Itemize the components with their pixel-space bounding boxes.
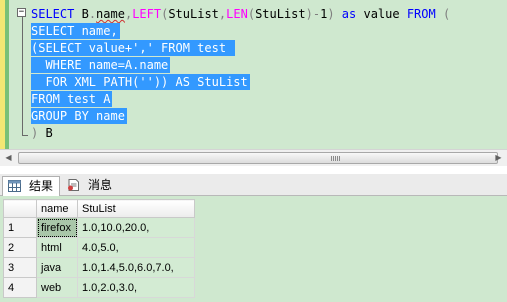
- row-number[interactable]: 2: [3, 237, 37, 258]
- code-line-3[interactable]: (SELECT value+',' FROM test: [31, 40, 236, 56]
- cell-name[interactable]: html: [36, 237, 78, 258]
- code-token: B: [81, 7, 89, 21]
- scrollbar-thumb[interactable]: [18, 152, 498, 164]
- results-grid-area: name StuList 1 firefox 1.0,10.0,20.0, 2 …: [0, 196, 507, 302]
- cell-stulist[interactable]: 1.0,2.0,3.0,: [77, 277, 195, 298]
- table-row: 4 web 1.0,2.0,3.0,: [3, 277, 195, 298]
- code-line-2[interactable]: SELECT name,: [31, 23, 120, 39]
- table-row: 3 java 1.0,1.4,5.0,6.0,7.0,: [3, 257, 195, 278]
- saved-marker-bar: [5, 0, 9, 149]
- scroll-left-icon[interactable]: ◀: [1, 151, 16, 165]
- code-token: StuList: [255, 7, 306, 21]
- grid-header-row: name StuList: [3, 199, 195, 218]
- collapse-toggle-icon[interactable]: −: [17, 8, 26, 17]
- code-token: )-: [305, 7, 321, 21]
- row-number[interactable]: 1: [3, 217, 37, 238]
- cell-stulist[interactable]: 1.0,1.4,5.0,6.0,7.0,: [77, 257, 195, 278]
- cell-name[interactable]: java: [36, 257, 78, 278]
- code-token: SELECT: [31, 7, 82, 21]
- code-token: LEN: [226, 7, 248, 21]
- code-token: LEFT: [132, 7, 162, 21]
- results-grid[interactable]: name StuList 1 firefox 1.0,10.0,20.0, 2 …: [3, 199, 195, 298]
- table-row: 1 firefox 1.0,10.0,20.0,: [3, 217, 195, 238]
- row-number-header[interactable]: [3, 199, 37, 218]
- results-tab-bar: 结果 消息: [0, 174, 507, 196]
- outline-end: [22, 135, 28, 136]
- code-token: B: [45, 126, 53, 140]
- code-token: (: [247, 7, 256, 21]
- code-token: StuList: [168, 7, 219, 21]
- code-token: name: [96, 7, 125, 21]
- grip-icon: [331, 156, 341, 161]
- editor-horizontal-scrollbar[interactable]: ◀ ▶: [0, 149, 507, 166]
- code-line-6[interactable]: FROM test A: [31, 91, 113, 107]
- code-token: as: [341, 7, 364, 21]
- code-token: FROM: [406, 7, 443, 21]
- outline-line: [22, 11, 23, 136]
- scroll-right-icon[interactable]: ▶: [491, 151, 506, 165]
- code-line-8[interactable]: ) B: [31, 125, 53, 141]
- code-token: .: [88, 7, 97, 21]
- row-number[interactable]: 3: [3, 257, 37, 278]
- tab-results-label: 结果: [29, 179, 54, 193]
- code-token: ): [327, 7, 342, 21]
- cell-name[interactable]: web: [36, 277, 78, 298]
- code-token: (: [442, 7, 451, 21]
- cell-name[interactable]: firefox: [36, 217, 78, 238]
- cell-stulist[interactable]: 1.0,10.0,20.0,: [77, 217, 195, 238]
- code-token: value: [363, 7, 407, 21]
- code-line-4[interactable]: WHERE name=A.name: [31, 57, 171, 73]
- code-line-5[interactable]: FOR XML PATH('')) AS StuList: [31, 74, 250, 90]
- row-number[interactable]: 4: [3, 277, 37, 298]
- tab-messages[interactable]: 消息: [62, 176, 120, 196]
- tab-results[interactable]: 结果: [2, 176, 60, 196]
- code-token: ): [31, 126, 46, 140]
- code-line-7[interactable]: GROUP BY name: [31, 108, 127, 124]
- sql-editor[interactable]: − SELECT B.name,LEFT(StuList,LEN(StuList…: [0, 0, 507, 149]
- tab-messages-label: 消息: [88, 178, 113, 192]
- column-header-name[interactable]: name: [36, 199, 78, 218]
- messages-icon: [68, 179, 79, 191]
- code-line-1[interactable]: SELECT B.name,LEFT(StuList,LEN(StuList)-…: [31, 6, 450, 22]
- cell-stulist[interactable]: 4.0,5.0,: [77, 237, 195, 258]
- table-row: 2 html 4.0,5.0,: [3, 237, 195, 258]
- column-header-stulist[interactable]: StuList: [77, 199, 195, 218]
- grid-results-icon: [8, 180, 21, 192]
